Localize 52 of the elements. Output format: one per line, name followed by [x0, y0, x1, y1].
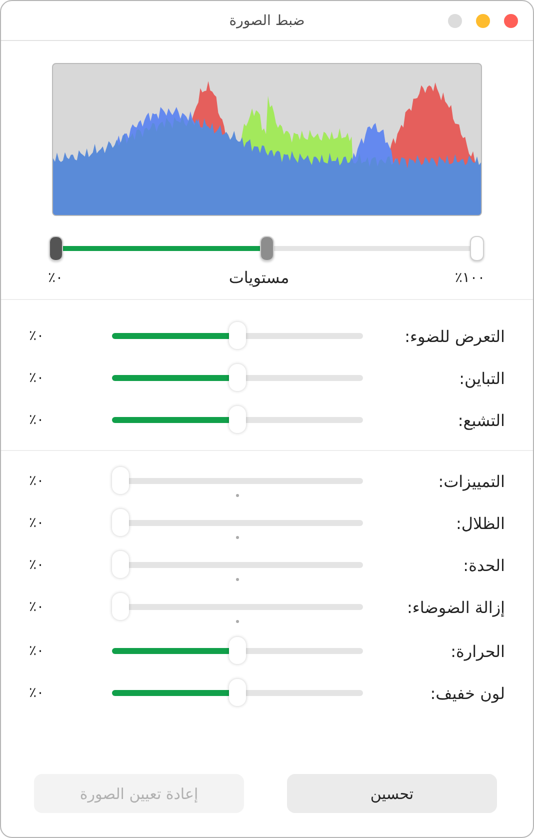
slider-label: الظلال:: [454, 514, 505, 532]
levels-label: مستويات: [228, 268, 290, 287]
window-control-icon[interactable]: [476, 14, 490, 28]
slider-label: التعرض للضوء:: [404, 326, 505, 346]
slider[interactable]: [112, 467, 363, 495]
slider-value: ٪٠: [29, 643, 46, 659]
slider[interactable]: [112, 322, 363, 350]
slider-label: التمييزات:: [437, 472, 505, 490]
slider-label: التشبع:: [456, 410, 505, 430]
slider-label: إزالة الضوضاء:: [406, 598, 505, 616]
center-mark-icon: [236, 494, 239, 497]
levels-slider[interactable]: [48, 236, 485, 262]
center-mark-icon: [236, 620, 239, 623]
slider-value: ٪٠: [29, 473, 46, 489]
slider-value: ٪٠: [29, 515, 46, 531]
window-title: ضبط الصورة: [229, 12, 305, 28]
slider[interactable]: [112, 551, 363, 579]
levels-thumb[interactable]: [470, 236, 484, 261]
center-mark-icon: [236, 536, 239, 539]
slider-value: ٪٠: [29, 370, 46, 386]
slider[interactable]: [112, 364, 363, 392]
max-label: ٪١٠٠: [454, 270, 485, 286]
center-mark-icon: [236, 578, 239, 581]
slider-value: ٪٠: [29, 557, 46, 573]
slider-value: ٪٠: [29, 685, 46, 701]
slider-label: التباين:: [458, 368, 505, 388]
slider-thumb[interactable]: [112, 509, 129, 536]
enhance-button[interactable]: تحسين: [287, 774, 497, 813]
slider-value: ٪٠: [29, 412, 46, 428]
slider[interactable]: [112, 509, 363, 537]
slider-label: لون خفيف:: [429, 684, 505, 702]
slider[interactable]: [112, 406, 363, 434]
slider[interactable]: [112, 679, 363, 707]
slider[interactable]: [112, 637, 363, 665]
slider-thumb[interactable]: [229, 406, 246, 433]
min-label: ٪٠: [48, 270, 64, 286]
slider-thumb[interactable]: [229, 679, 246, 706]
slider-label: الحدة:: [462, 556, 505, 574]
slider[interactable]: [112, 593, 363, 621]
slider-value: ٪٠: [29, 599, 46, 615]
slider-thumb[interactable]: [112, 551, 129, 578]
slider-value: ٪٠: [29, 328, 46, 344]
slider-thumb[interactable]: [229, 322, 246, 349]
slider-thumb[interactable]: [229, 364, 246, 391]
slider-thumb[interactable]: [112, 593, 129, 620]
levels-thumb[interactable]: [260, 236, 274, 261]
window-control-icon[interactable]: [504, 14, 518, 28]
slider-thumb[interactable]: [229, 637, 246, 664]
slider-thumb[interactable]: [112, 467, 129, 494]
slider-label: الحرارة:: [450, 642, 505, 660]
levels-thumb[interactable]: [49, 236, 63, 261]
window-control-icon[interactable]: [448, 14, 462, 28]
